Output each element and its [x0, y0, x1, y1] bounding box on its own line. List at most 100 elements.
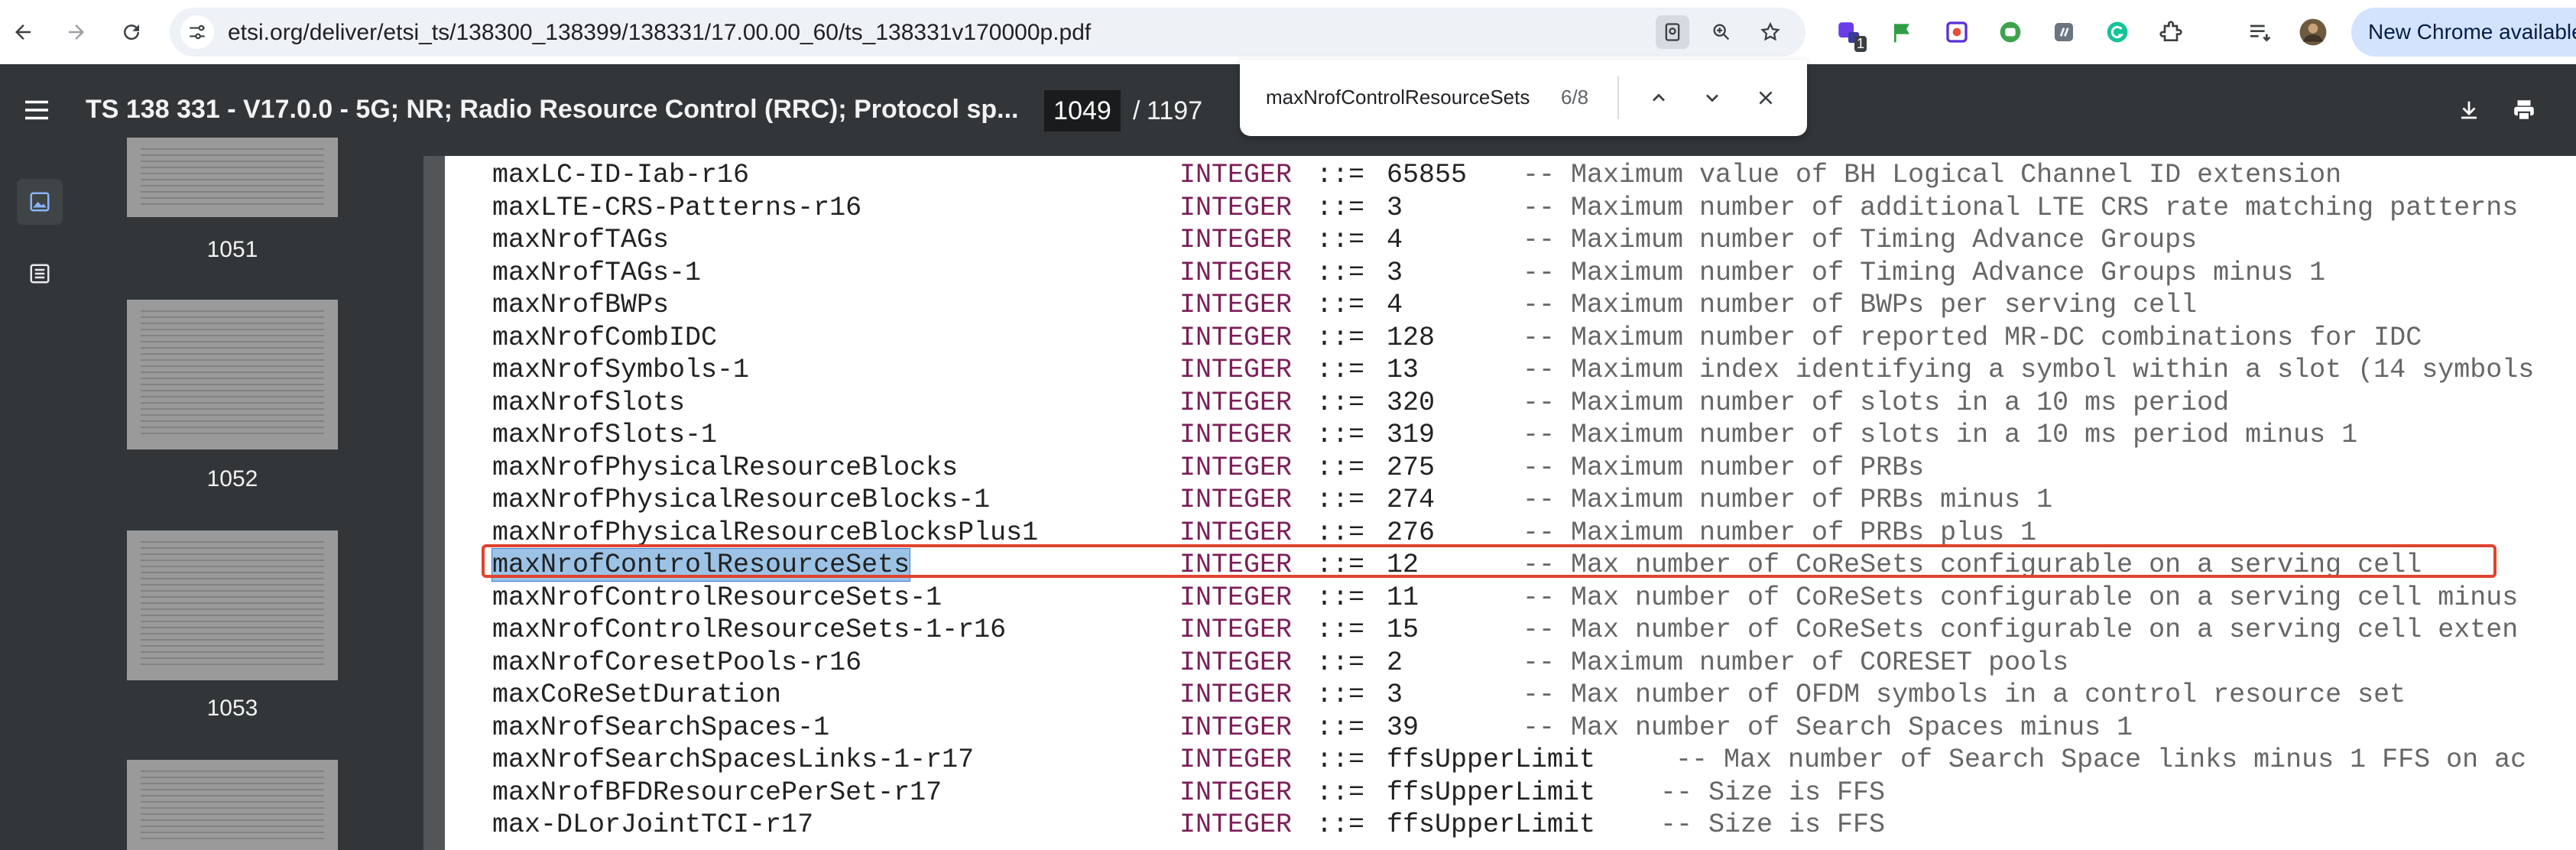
- constant-name: maxNrofTAGs: [492, 225, 670, 255]
- type-keyword: INTEGER: [1179, 582, 1293, 613]
- type-keyword: INTEGER: [1179, 355, 1293, 385]
- document-title: TS 138 331 - V17.0.0 - 5G; NR; Radio Res…: [86, 95, 1019, 124]
- download-icon[interactable]: [2452, 93, 2486, 127]
- constant-value: 4: [1387, 225, 1403, 255]
- constant-value: 4: [1387, 290, 1403, 320]
- assign-operator: ::=: [1316, 485, 1365, 515]
- constant-value: 65855: [1387, 160, 1468, 190]
- type-keyword: INTEGER: [1179, 712, 1293, 743]
- assign-operator: ::=: [1316, 777, 1365, 808]
- page-thumbnail[interactable]: [127, 760, 338, 850]
- page-total: 1197: [1147, 96, 1203, 125]
- back-icon[interactable]: [6, 15, 40, 49]
- thumbnail-label: 1053: [206, 696, 258, 721]
- extension-badge-icon[interactable]: 1: [1831, 15, 1867, 52]
- constant-value: 39: [1387, 712, 1419, 743]
- row-comment: -- Maximum number of additional LTE CRS …: [1523, 192, 2519, 223]
- extension-count: 1: [1854, 36, 1867, 52]
- script-extension-icon[interactable]: [2047, 15, 2081, 49]
- type-keyword: INTEGER: [1179, 420, 1293, 450]
- constant-name: maxLC-ID-Iab-r16: [492, 160, 750, 190]
- reading-list-icon[interactable]: [2243, 15, 2276, 49]
- capture-extension-icon[interactable]: [1940, 15, 1974, 49]
- find-previous-chevron-up-icon[interactable]: [1642, 81, 1676, 115]
- forward-icon[interactable]: [60, 15, 93, 49]
- assign-operator: ::=: [1316, 647, 1365, 678]
- row-comment: -- Maximum number of slots in a 10 ms pe…: [1523, 420, 2358, 450]
- constant-name: maxNrofSlots: [492, 387, 686, 418]
- thumbnails-tab-icon[interactable]: [17, 179, 63, 225]
- constant-name: maxNrofControlResourceSets-1: [492, 582, 942, 613]
- row-comment: -- Max number of CoReSets configurable o…: [1523, 550, 2422, 580]
- constant-name: maxNrofBWPs: [492, 290, 670, 320]
- row-comment: -- Maximum number of slots in a 10 ms pe…: [1523, 387, 2230, 418]
- constant-value: 15: [1387, 615, 1419, 645]
- page-number-input[interactable]: 1049: [1044, 90, 1121, 131]
- type-keyword: INTEGER: [1179, 745, 1293, 775]
- type-keyword: INTEGER: [1179, 322, 1293, 353]
- constant-value: ffsUpperLimit: [1387, 745, 1596, 775]
- profile-avatar[interactable]: [2296, 15, 2330, 49]
- row-comment: -- Max number of CoReSets configurable o…: [1523, 615, 2519, 645]
- extensions-puzzle-icon[interactable]: [2154, 15, 2188, 49]
- type-keyword: INTEGER: [1179, 257, 1293, 288]
- constant-name: maxLTE-CRS-Patterns-r16: [492, 192, 862, 223]
- page-thumbnail[interactable]: [127, 300, 338, 449]
- row-comment: -- Size is FFS: [1660, 777, 1886, 808]
- flag-extension-icon[interactable]: [1887, 15, 1920, 49]
- constant-name: maxNrofCombIDC: [492, 322, 718, 353]
- type-keyword: INTEGER: [1179, 615, 1293, 645]
- assign-operator: ::=: [1316, 809, 1365, 840]
- zoom-icon[interactable]: [1705, 15, 1738, 49]
- constant-value: ffsUpperLimit: [1387, 777, 1596, 808]
- row-comment: -- Max number of OFDM symbols in a contr…: [1523, 680, 2406, 710]
- constant-name: maxNrofSearchSpacesLinks-1-r17: [492, 745, 975, 775]
- row-comment: -- Maximum number of PRBs minus 1: [1523, 485, 2053, 515]
- row-comment: -- Maximum number of Timing Advance Grou…: [1523, 257, 2326, 288]
- find-input[interactable]: maxNrofControlResourceSets: [1266, 86, 1530, 109]
- print-icon[interactable]: [2507, 93, 2541, 127]
- page-find-icon[interactable]: [1656, 15, 1689, 49]
- assign-operator: ::=: [1316, 387, 1365, 418]
- assign-operator: ::=: [1316, 225, 1365, 255]
- new-chrome-available-button[interactable]: New Chrome available: [2351, 8, 2576, 57]
- constant-name: maxNrofSlots-1: [492, 420, 718, 450]
- type-keyword: INTEGER: [1179, 452, 1293, 483]
- constant-value: ffsUpperLimit: [1387, 809, 1596, 840]
- site-info-icon[interactable]: [180, 15, 214, 49]
- assign-operator: ::=: [1316, 745, 1365, 775]
- page-thumbnail[interactable]: [127, 530, 338, 680]
- assign-operator: ::=: [1316, 420, 1365, 450]
- find-close-icon[interactable]: [1749, 81, 1783, 115]
- thumbnail-label: 1051: [206, 237, 258, 262]
- find-divider: [1617, 76, 1619, 119]
- constant-name: maxNrofCoresetPools-r16: [492, 647, 862, 678]
- type-keyword: INTEGER: [1179, 777, 1293, 808]
- row-comment: -- Maximum number of reported MR-DC comb…: [1523, 322, 2422, 353]
- constant-name: maxNrofSearchSpaces-1: [492, 712, 830, 743]
- type-keyword: INTEGER: [1179, 225, 1293, 255]
- browser-toolbar: etsi.org/deliver/etsi_ts/138300_138399/1…: [0, 0, 2576, 65]
- assign-operator: ::=: [1316, 355, 1365, 385]
- find-next-chevron-down-icon[interactable]: [1695, 81, 1729, 115]
- grammarly-icon[interactable]: [2101, 15, 2134, 49]
- assign-operator: ::=: [1316, 712, 1365, 743]
- row-comment: -- Max number of Search Spaces minus 1: [1523, 712, 2133, 743]
- page-thumbnail[interactable]: [127, 138, 338, 217]
- thumbnail-label: 1052: [206, 466, 258, 492]
- constant-value: 319: [1387, 420, 1436, 450]
- page-separator: /: [1133, 96, 1140, 125]
- row-comment: -- Maximum number of BWPs per serving ce…: [1523, 290, 2198, 320]
- robot-extension-icon[interactable]: [1994, 15, 2027, 49]
- row-comment: -- Maximum index identifying a symbol wi…: [1523, 355, 2535, 385]
- row-comment: -- Maximum value of BH Logical Channel I…: [1523, 160, 2342, 190]
- constant-value: 11: [1387, 582, 1419, 613]
- outline-tab-icon[interactable]: [17, 251, 63, 297]
- row-comment: -- Size is FFS: [1660, 809, 1886, 840]
- reload-icon[interactable]: [115, 15, 148, 49]
- bookmark-star-icon[interactable]: [1754, 15, 1787, 49]
- hamburger-menu-icon[interactable]: [20, 93, 54, 127]
- constant-name: maxNrofPhysicalResourceBlocks: [492, 452, 959, 483]
- type-keyword: INTEGER: [1179, 647, 1293, 678]
- address-bar[interactable]: etsi.org/deliver/etsi_ts/138300_138399/1…: [170, 8, 1805, 57]
